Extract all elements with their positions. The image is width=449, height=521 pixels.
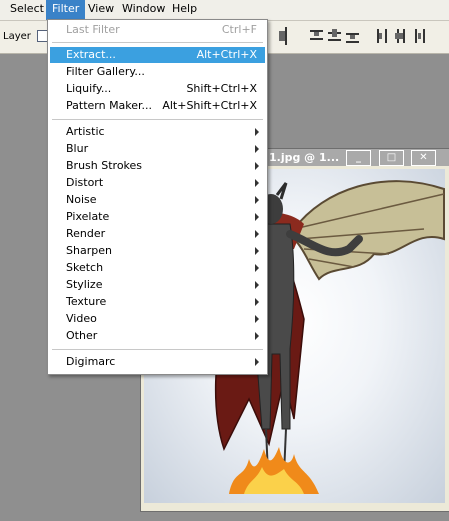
menu-item-texture[interactable]: Texture: [50, 294, 265, 310]
menu-filter[interactable]: Filter: [46, 0, 86, 20]
menu-item-sketch[interactable]: Sketch: [50, 260, 265, 276]
maximize-button[interactable]: □: [379, 150, 404, 166]
submenu-arrow-icon: [255, 264, 259, 272]
menu-item-noise[interactable]: Noise: [50, 192, 265, 208]
menu-item-pattern-maker[interactable]: Pattern Maker... Alt+Shift+Ctrl+X: [50, 98, 265, 114]
close-button[interactable]: ✕: [411, 150, 436, 166]
submenu-arrow-icon: [255, 358, 259, 366]
layer-label: Layer: [3, 31, 31, 42]
menu-separator: [52, 349, 263, 350]
align-right-edges-icon[interactable]: [275, 27, 288, 45]
menu-separator: [52, 42, 263, 43]
menu-item-video[interactable]: Video: [50, 311, 265, 327]
menu-item-filter-gallery[interactable]: Filter Gallery...: [50, 64, 265, 80]
submenu-arrow-icon: [255, 332, 259, 340]
menu-item-digimarc[interactable]: Digimarc: [50, 354, 265, 370]
distribute-left-icon[interactable]: [376, 27, 389, 45]
menu-window[interactable]: Window: [116, 0, 171, 20]
document-title: 1.jpg @ 1...: [269, 151, 340, 164]
menu-item-blur[interactable]: Blur: [50, 141, 265, 157]
submenu-arrow-icon: [255, 196, 259, 204]
wing-shape: [293, 180, 445, 281]
distribute-bottom-icon[interactable]: [346, 27, 359, 45]
submenu-arrow-icon: [255, 298, 259, 306]
submenu-arrow-icon: [255, 230, 259, 238]
menu-item-sharpen[interactable]: Sharpen: [50, 243, 265, 259]
submenu-arrow-icon: [255, 145, 259, 153]
distribute-right-icon[interactable]: [412, 27, 425, 45]
menu-bar: Select Filter View Window Help: [0, 0, 449, 21]
menu-item-artistic[interactable]: Artistic: [50, 124, 265, 140]
distribute-top-icon[interactable]: [310, 27, 323, 45]
submenu-arrow-icon: [255, 162, 259, 170]
menu-item-pixelate[interactable]: Pixelate: [50, 209, 265, 225]
submenu-arrow-icon: [255, 247, 259, 255]
submenu-arrow-icon: [255, 315, 259, 323]
menu-select[interactable]: Select: [4, 0, 50, 20]
distribute-hcenter-icon[interactable]: [394, 27, 407, 45]
menu-help[interactable]: Help: [166, 0, 203, 20]
menu-separator: [52, 119, 263, 120]
submenu-arrow-icon: [255, 179, 259, 187]
menu-item-render[interactable]: Render: [50, 226, 265, 242]
menu-item-brush-strokes[interactable]: Brush Strokes: [50, 158, 265, 174]
submenu-arrow-icon: [255, 281, 259, 289]
distribute-vcenter-icon[interactable]: [328, 27, 341, 45]
menu-view[interactable]: View: [82, 0, 120, 20]
menu-item-stylize[interactable]: Stylize: [50, 277, 265, 293]
submenu-arrow-icon: [255, 128, 259, 136]
menu-item-last-filter[interactable]: Last Filter Ctrl+F: [50, 22, 265, 38]
menu-item-liquify[interactable]: Liquify... Shift+Ctrl+X: [50, 81, 265, 97]
minimize-button[interactable]: _: [346, 150, 371, 166]
menu-item-distort[interactable]: Distort: [50, 175, 265, 191]
submenu-arrow-icon: [255, 213, 259, 221]
menu-item-other[interactable]: Other: [50, 328, 265, 344]
menu-item-extract[interactable]: Extract... Alt+Ctrl+X: [50, 47, 265, 63]
filter-menu-dropdown: Last Filter Ctrl+F Extract... Alt+Ctrl+X…: [47, 19, 268, 375]
